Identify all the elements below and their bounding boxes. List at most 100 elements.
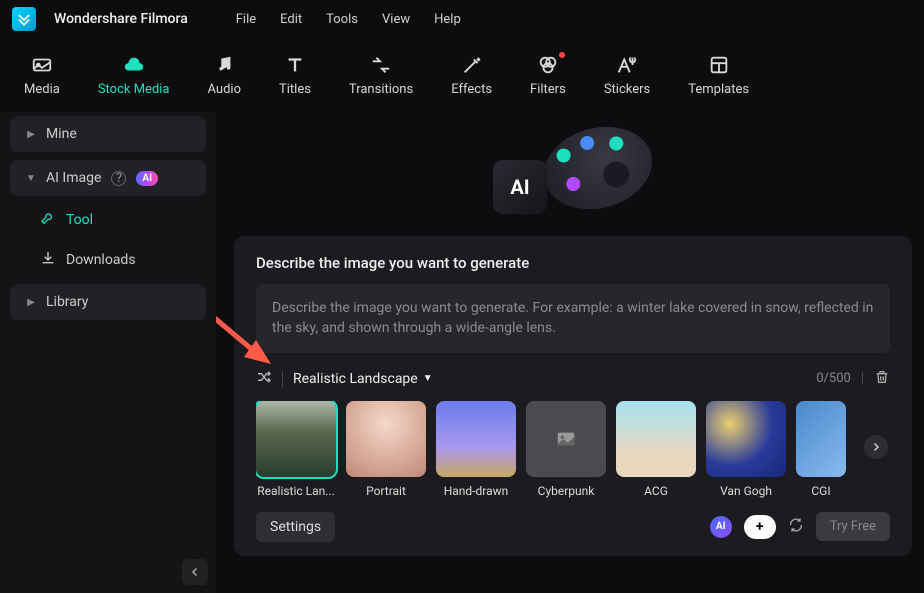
style-label: Van Gogh bbox=[720, 484, 772, 498]
style-thumb bbox=[256, 401, 336, 477]
tab-titles[interactable]: Titles bbox=[269, 48, 321, 103]
tab-label: Titles bbox=[279, 82, 311, 97]
music-icon bbox=[213, 54, 235, 76]
sidebar-item-mine[interactable]: ▶ Mine bbox=[10, 116, 206, 152]
media-icon bbox=[31, 54, 53, 76]
collapse-sidebar-button[interactable] bbox=[182, 559, 208, 585]
try-free-button[interactable]: Try Free bbox=[816, 512, 890, 541]
menu-view[interactable]: View bbox=[382, 12, 410, 27]
tab-audio[interactable]: Audio bbox=[198, 48, 251, 103]
style-label: Realistic Lan... bbox=[257, 484, 335, 498]
menu-file[interactable]: File bbox=[236, 12, 256, 27]
trash-icon[interactable] bbox=[874, 369, 890, 389]
style-thumb bbox=[346, 401, 426, 477]
panel-title: Describe the image you want to generate bbox=[256, 254, 890, 272]
sidebar-item-tool[interactable]: Tool bbox=[0, 200, 216, 240]
sidebar-label: Mine bbox=[46, 126, 77, 142]
tab-label: Stock Media bbox=[98, 82, 170, 97]
style-acg[interactable]: ACG bbox=[616, 401, 696, 498]
style-van-gogh[interactable]: Van Gogh bbox=[706, 401, 786, 498]
tab-label: Filters bbox=[530, 82, 566, 97]
add-button[interactable]: + bbox=[744, 515, 776, 539]
prompt-input[interactable]: Describe the image you want to generate.… bbox=[256, 284, 890, 353]
style-portrait[interactable]: Portrait bbox=[346, 401, 426, 498]
tab-label: Audio bbox=[208, 82, 241, 97]
style-cyberpunk[interactable]: Cyberpunk bbox=[526, 401, 606, 498]
divider: | bbox=[861, 371, 864, 386]
tab-media[interactable]: Media bbox=[14, 48, 70, 103]
sidebar-label: Library bbox=[46, 294, 88, 310]
style-label: Portrait bbox=[366, 484, 406, 498]
tab-transitions[interactable]: Transitions bbox=[339, 48, 423, 103]
sidebar-item-downloads[interactable]: Downloads bbox=[0, 240, 216, 280]
palette-icon bbox=[535, 115, 662, 221]
chevron-down-icon: ▼ bbox=[423, 373, 433, 384]
help-icon[interactable]: ? bbox=[111, 171, 126, 186]
sidebar: ▶ Mine ▼ AI Image ? AI Tool Downloads ▶ … bbox=[0, 112, 216, 593]
chevron-right-icon: ▶ bbox=[26, 297, 36, 308]
style-thumb bbox=[436, 401, 516, 477]
style-thumb bbox=[616, 401, 696, 477]
tab-label: Transitions bbox=[349, 82, 413, 97]
chevron-down-icon: ▼ bbox=[26, 173, 36, 184]
refresh-icon[interactable] bbox=[788, 517, 804, 537]
tab-label: Stickers bbox=[604, 82, 650, 97]
wrench-icon bbox=[40, 210, 56, 230]
text-icon bbox=[284, 54, 306, 76]
wand-icon bbox=[461, 54, 483, 76]
style-thumb bbox=[526, 401, 606, 477]
char-counter: 0/500 | bbox=[816, 369, 890, 389]
tab-templates[interactable]: Templates bbox=[678, 48, 759, 103]
sidebar-item-library[interactable]: ▶ Library bbox=[10, 284, 206, 320]
tab-label: Media bbox=[24, 82, 60, 97]
style-label: CGI bbox=[811, 484, 830, 498]
style-thumb bbox=[706, 401, 786, 477]
style-hand-drawn[interactable]: Hand-drawn bbox=[436, 401, 516, 498]
tab-filters[interactable]: Filters bbox=[520, 48, 576, 103]
app-logo-icon bbox=[12, 7, 36, 31]
ai-badge: AI bbox=[136, 171, 158, 186]
tab-label: Effects bbox=[451, 82, 492, 97]
sidebar-label: Downloads bbox=[66, 252, 136, 268]
style-control-row: Realistic Landscape ▼ 0/500 | bbox=[256, 369, 890, 389]
styles-strip: Realistic Lan... Portrait Hand-drawn Cyb… bbox=[256, 401, 890, 498]
content-area: AI Describe the image you want to genera… bbox=[216, 112, 924, 593]
style-dropdown-label: Realistic Landscape bbox=[293, 371, 418, 387]
filters-icon bbox=[537, 54, 559, 76]
divider bbox=[282, 371, 283, 387]
settings-button[interactable]: Settings bbox=[256, 512, 335, 542]
menu-edit[interactable]: Edit bbox=[280, 12, 302, 27]
sticker-icon bbox=[616, 54, 638, 76]
panel-footer: Settings AI + Try Free bbox=[256, 512, 890, 542]
app-title: Wondershare Filmora bbox=[54, 11, 188, 27]
ai-badge-icon: AI bbox=[710, 516, 732, 538]
download-icon bbox=[40, 250, 56, 270]
sidebar-item-ai-image[interactable]: ▼ AI Image ? AI bbox=[10, 160, 206, 196]
tab-effects[interactable]: Effects bbox=[441, 48, 502, 103]
style-thumb bbox=[796, 401, 846, 477]
toolbar: Media Stock Media Audio Titles Transitio… bbox=[0, 38, 924, 112]
menu-tools[interactable]: Tools bbox=[326, 12, 358, 27]
style-label: ACG bbox=[644, 484, 668, 498]
cloud-icon bbox=[123, 54, 145, 76]
ai-tile-icon: AI bbox=[493, 160, 547, 214]
style-label: Hand-drawn bbox=[444, 484, 509, 498]
style-label: Cyberpunk bbox=[538, 484, 595, 498]
menubar: File Edit Tools View Help bbox=[236, 12, 461, 27]
menu-help[interactable]: Help bbox=[434, 12, 461, 27]
ai-image-panel: Describe the image you want to generate … bbox=[234, 236, 912, 556]
style-dropdown[interactable]: Realistic Landscape ▼ bbox=[293, 371, 433, 387]
sidebar-label: Tool bbox=[66, 212, 93, 228]
transitions-icon bbox=[370, 54, 392, 76]
notification-dot-icon bbox=[559, 52, 565, 58]
chevron-right-icon: ▶ bbox=[26, 129, 36, 140]
shuffle-icon[interactable] bbox=[256, 369, 272, 389]
style-cgi[interactable]: CGI bbox=[796, 401, 846, 498]
tab-label: Templates bbox=[688, 82, 749, 97]
templates-icon bbox=[708, 54, 730, 76]
next-styles-button[interactable] bbox=[864, 435, 888, 459]
sidebar-label: AI Image bbox=[46, 170, 101, 186]
tab-stickers[interactable]: Stickers bbox=[594, 48, 660, 103]
tab-stock-media[interactable]: Stock Media bbox=[88, 48, 180, 103]
style-realistic-landscape[interactable]: Realistic Lan... bbox=[256, 401, 336, 498]
